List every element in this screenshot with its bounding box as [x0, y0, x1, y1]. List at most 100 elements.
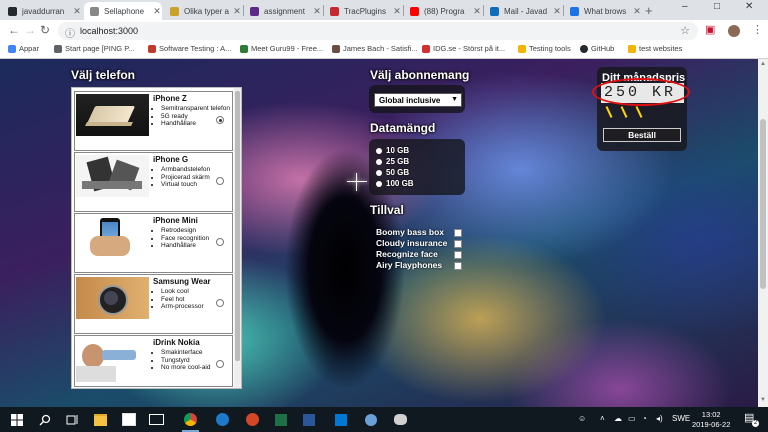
windows-start-icon[interactable]	[8, 411, 25, 428]
phone-image	[76, 94, 149, 136]
close-tab-icon[interactable]: ✕	[472, 6, 482, 17]
store-icon[interactable]	[120, 411, 137, 428]
close-window-button[interactable]: ✕	[745, 1, 753, 12]
phone-radio-selected[interactable]	[216, 116, 224, 124]
extension-icon[interactable]: ▣	[705, 23, 715, 36]
menu-dots-icon[interactable]: ⋮	[752, 23, 763, 36]
file-explorer-icon[interactable]	[92, 411, 109, 428]
order-button[interactable]: Beställ	[603, 128, 681, 142]
scroll-up-icon[interactable]: ▲	[760, 61, 766, 67]
chevron-down-icon: ▼	[451, 96, 458, 103]
site-icon	[240, 44, 248, 53]
phone-option-iphone-z[interactable]: iPhone Z Semitransparent telefon 5G read…	[74, 91, 233, 151]
addon-row[interactable]: Boomy bass box	[376, 227, 462, 237]
phone-option-iphone-g[interactable]: iPhone G Armbandstelefon Projicerad skär…	[74, 152, 233, 212]
app-icon[interactable]	[392, 411, 409, 428]
forward-arrow-icon[interactable]: →	[24, 23, 36, 37]
search-icon[interactable]	[36, 411, 53, 428]
scroll-down-icon[interactable]: ▼	[760, 397, 766, 403]
bookmark-item[interactable]: IDG.se - Störst på it...	[422, 44, 505, 53]
browser-tab[interactable]: Mail - Javad ✕	[484, 2, 562, 20]
bookmark-apps[interactable]: Appar	[8, 44, 39, 53]
page-scrollbar[interactable]: ▲ ▼	[758, 59, 768, 407]
folder-icon	[518, 44, 526, 53]
addon-row[interactable]: Cloudy insurance	[376, 238, 462, 248]
chevron-up-icon[interactable]: ˄	[600, 414, 605, 423]
language-indicator[interactable]: SWE	[672, 414, 690, 423]
data-option[interactable]: 10 GB	[376, 146, 409, 155]
bookmark-item[interactable]: Meet Guru99 - Free...	[240, 44, 323, 53]
info-icon[interactable]: ⓘ	[65, 25, 75, 40]
close-tab-icon[interactable]: ✕	[232, 6, 242, 17]
phone-image	[76, 216, 149, 258]
vscode-icon[interactable]	[332, 411, 349, 428]
browser-tab-active[interactable]: Sellaphone ✕	[84, 2, 162, 20]
addon-checkbox[interactable]	[454, 229, 462, 237]
bookmark-folder[interactable]: Testing tools	[518, 44, 571, 53]
close-tab-icon[interactable]: ✕	[632, 6, 642, 17]
volume-icon[interactable]: ◂)	[656, 414, 663, 423]
bookmark-item[interactable]: James Bach - Satisfi...	[332, 44, 418, 53]
browser-tab[interactable]: (88) Progra ✕	[404, 2, 482, 20]
addon-row[interactable]: Airy Flayphones	[376, 260, 462, 270]
addon-checkbox[interactable]	[454, 262, 462, 270]
task-view-icon[interactable]	[64, 411, 81, 428]
page-icon	[54, 44, 62, 53]
minimize-button[interactable]: –	[682, 1, 688, 12]
chrome-icon[interactable]	[182, 409, 199, 432]
excel-icon[interactable]	[272, 411, 289, 428]
close-tab-icon[interactable]: ✕	[152, 6, 162, 17]
mail-icon[interactable]	[148, 411, 165, 428]
subscription-heading: Välj abonnemang	[370, 68, 470, 82]
browser-tab[interactable]: javaddurran ✕	[2, 2, 82, 20]
powerpoint-icon[interactable]	[244, 411, 261, 428]
phone-radio[interactable]	[216, 238, 224, 246]
browser-tab[interactable]: Olika typer a ✕	[164, 2, 242, 20]
url-text[interactable]: localhost:3000	[80, 26, 138, 36]
data-option[interactable]: 25 GB	[376, 157, 409, 166]
scrollbar-thumb[interactable]	[760, 119, 766, 289]
phone-option-samsung-wear[interactable]: Samsung Wear Look cool Feel hot Arm-proc…	[74, 274, 233, 334]
phone-option-idrink-nokia[interactable]: iDrink Nokia Smakinterface Tungstyrd No …	[74, 335, 233, 387]
addon-checkbox[interactable]	[454, 240, 462, 248]
subscription-select[interactable]: Global inclusive ▼	[374, 93, 462, 107]
battery-icon[interactable]: ▭	[628, 414, 636, 423]
clock[interactable]: 13:02 2019-06-22	[692, 410, 730, 430]
browser-tab[interactable]: What brows ✕	[564, 2, 642, 20]
word-icon[interactable]	[300, 411, 317, 428]
data-option[interactable]: 50 GB	[376, 168, 409, 177]
edge-icon[interactable]	[214, 411, 231, 428]
app-icon[interactable]	[362, 411, 379, 428]
bookmark-star-icon[interactable]: ☆	[680, 24, 690, 37]
address-bar[interactable]: ⓘ localhost:3000 ☆	[58, 22, 698, 40]
new-tab-button[interactable]: +	[645, 3, 653, 18]
back-arrow-icon[interactable]: ←	[8, 23, 20, 37]
close-tab-icon[interactable]: ✕	[552, 6, 562, 17]
people-icon[interactable]: ☺	[578, 414, 586, 423]
phone-option-iphone-mini[interactable]: iPhone Mini Retrodesign Face recognition…	[74, 213, 233, 273]
cloud-icon[interactable]: ☁	[614, 414, 622, 423]
addon-checkbox[interactable]	[454, 251, 462, 259]
close-tab-icon[interactable]: ✕	[72, 6, 82, 17]
maximize-button[interactable]: □	[714, 1, 720, 12]
phone-radio[interactable]	[216, 360, 224, 368]
data-heading: Datamängd	[370, 121, 436, 135]
close-tab-icon[interactable]: ✕	[312, 6, 322, 17]
data-option[interactable]: 100 GB	[376, 179, 414, 188]
site-icon	[570, 6, 579, 16]
bookmark-item[interactable]: GitHub	[580, 44, 614, 53]
bookmark-item[interactable]: Software Testing : A...	[148, 44, 231, 53]
bookmark-folder[interactable]: test websites	[628, 44, 682, 53]
browser-tab[interactable]: TracPlugins ✕	[324, 2, 402, 20]
radio-icon	[376, 158, 382, 165]
addon-row[interactable]: Recognize face	[376, 249, 462, 259]
close-tab-icon[interactable]: ✕	[392, 6, 402, 17]
phone-radio[interactable]	[216, 177, 224, 185]
reload-icon[interactable]: ↻	[40, 23, 50, 37]
bookmark-item[interactable]: Start page [PING P...	[54, 44, 134, 53]
avatar[interactable]	[728, 25, 740, 37]
phone-radio[interactable]	[216, 299, 224, 307]
phone-list-scrollbar[interactable]	[234, 88, 241, 388]
browser-tab[interactable]: assignment ✕	[244, 2, 322, 20]
wifi-icon[interactable]: ◔	[642, 414, 647, 423]
